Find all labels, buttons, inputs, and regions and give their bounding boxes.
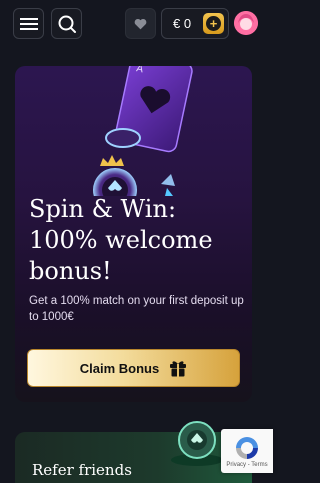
recaptcha-badge[interactable]: Privacy - Terms bbox=[221, 429, 273, 473]
refer-friends-title: Refer friends bbox=[32, 461, 132, 479]
promo-title-line-2: 100% welcome bbox=[29, 226, 213, 254]
refer-friends-card[interactable]: Refer friends bbox=[15, 421, 252, 483]
top-bar: € 0 + bbox=[0, 0, 272, 48]
claim-bonus-label: Claim Bonus bbox=[79, 360, 160, 376]
welcome-bonus-card: A Spin & Win: 100% welcome bonus! Get a … bbox=[15, 66, 252, 402]
deposit-button[interactable]: + bbox=[203, 13, 224, 34]
balance-display[interactable]: € 0 + bbox=[161, 8, 229, 39]
promo-description: Get a 100% match on your first deposit u… bbox=[29, 295, 244, 323]
heart-icon bbox=[134, 18, 147, 29]
casino-chips-cards-illustration: A bbox=[93, 66, 193, 196]
recaptcha-footer[interactable]: Privacy - Terms bbox=[226, 462, 267, 468]
menu-button[interactable] bbox=[13, 8, 44, 39]
claim-bonus-button[interactable]: Claim Bonus bbox=[27, 349, 240, 387]
recaptcha-icon bbox=[236, 436, 258, 459]
favorites-button[interactable] bbox=[125, 8, 156, 39]
gift-icon bbox=[170, 360, 187, 377]
plus-icon: + bbox=[206, 16, 221, 31]
promo-title-line-3: bonus! bbox=[29, 257, 112, 285]
balance-amount: € 0 bbox=[173, 16, 192, 31]
search-icon bbox=[58, 15, 76, 33]
poker-chip-icon bbox=[171, 421, 223, 466]
promo-title-line-1: Spin & Win: bbox=[29, 195, 177, 223]
promo-title: Spin & Win: 100% welcome bonus! bbox=[29, 194, 244, 287]
search-button[interactable] bbox=[51, 8, 82, 39]
avatar[interactable] bbox=[234, 11, 258, 35]
menu-icon bbox=[19, 17, 38, 30]
avatar-image bbox=[234, 11, 258, 35]
